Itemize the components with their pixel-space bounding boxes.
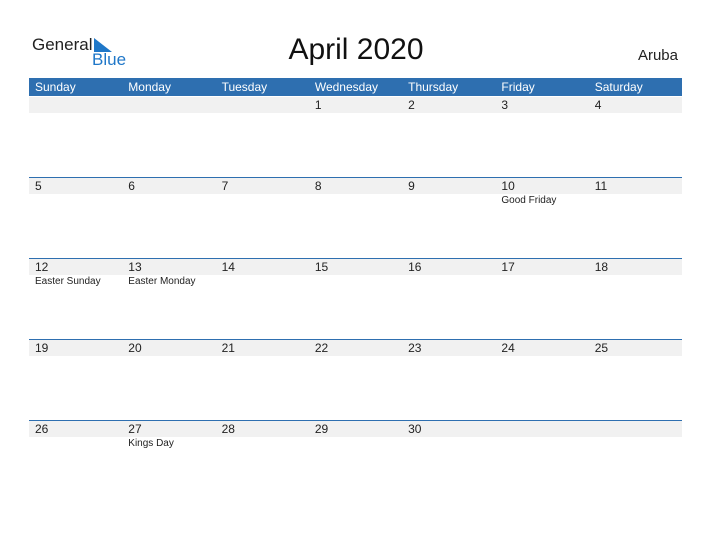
weekday-wednesday: Wednesday bbox=[314, 80, 378, 94]
event-row: Good Friday bbox=[29, 194, 682, 207]
date-strip: 26 27 28 29 30 bbox=[29, 421, 682, 437]
day-number: 5 bbox=[35, 179, 42, 193]
day-number: 30 bbox=[408, 422, 422, 436]
day-number bbox=[216, 97, 309, 113]
holiday-label bbox=[29, 437, 122, 450]
day-number: 28 bbox=[221, 422, 235, 436]
day-number: 13 bbox=[128, 260, 142, 274]
day-number bbox=[29, 97, 122, 113]
day-number: 6 bbox=[128, 179, 135, 193]
holiday-label bbox=[216, 194, 309, 207]
day-number: 2 bbox=[408, 98, 415, 112]
weekday-friday: Friday bbox=[501, 80, 535, 94]
holiday-label bbox=[495, 437, 588, 450]
holiday-label bbox=[122, 194, 215, 207]
holiday-label bbox=[402, 194, 495, 207]
page-title: April 2020 bbox=[288, 33, 424, 66]
holiday-label: Easter Sunday bbox=[35, 276, 101, 287]
holiday-label bbox=[29, 194, 122, 207]
weekday-sunday: Sunday bbox=[35, 80, 76, 94]
week-row: 26 27 28 29 30 Kings Day bbox=[29, 420, 682, 501]
day-number: 25 bbox=[594, 341, 609, 355]
day-number: 29 bbox=[314, 422, 329, 436]
weekday-header: Sunday Monday Tuesday Wednesday Thursday… bbox=[29, 78, 682, 96]
week-row: 5 6 7 8 9 10 11 Good Friday bbox=[29, 177, 682, 258]
week-row: 19 20 21 22 23 24 25 bbox=[29, 339, 682, 420]
day-number: 14 bbox=[221, 260, 235, 274]
holiday-label bbox=[216, 275, 309, 288]
holiday-label bbox=[495, 275, 588, 288]
holiday-label bbox=[589, 194, 682, 207]
holiday-label bbox=[216, 437, 309, 450]
day-number: 9 bbox=[408, 179, 415, 193]
day-number: 26 bbox=[35, 422, 49, 436]
holiday-label: Good Friday bbox=[501, 195, 557, 206]
weekday-monday: Monday bbox=[128, 80, 171, 94]
holiday-label bbox=[309, 437, 402, 450]
date-strip: 5 6 7 8 9 10 11 bbox=[29, 178, 682, 194]
day-number bbox=[495, 421, 588, 437]
weekday-thursday: Thursday bbox=[408, 80, 459, 94]
week-row: 1 2 3 4 bbox=[29, 97, 682, 177]
date-strip: 12 13 14 15 16 17 18 bbox=[29, 259, 682, 275]
day-number: 12 bbox=[35, 260, 49, 274]
day-number: 23 bbox=[408, 341, 422, 355]
day-number: 10 bbox=[501, 179, 515, 193]
weekday-tuesday: Tuesday bbox=[221, 80, 268, 94]
day-number: 11 bbox=[594, 179, 608, 193]
event-row: Easter Sunday Easter Monday bbox=[29, 275, 682, 288]
day-number: 20 bbox=[128, 341, 142, 355]
day-number: 15 bbox=[314, 260, 329, 274]
weekday-saturday: Saturday bbox=[594, 80, 643, 94]
holiday-label bbox=[402, 437, 495, 450]
holiday-label bbox=[309, 194, 402, 207]
day-number: 24 bbox=[501, 341, 515, 355]
holiday-label bbox=[589, 437, 682, 450]
country-label: Aruba bbox=[637, 47, 678, 64]
day-number: 7 bbox=[221, 179, 229, 193]
holiday-label: Kings Day bbox=[128, 438, 174, 449]
day-number: 21 bbox=[221, 341, 235, 355]
day-number bbox=[589, 421, 682, 437]
day-number: 1 bbox=[314, 98, 322, 112]
day-number: 19 bbox=[35, 341, 49, 355]
holiday-label bbox=[402, 275, 495, 288]
day-number bbox=[122, 97, 215, 113]
day-number: 8 bbox=[314, 179, 322, 193]
day-number: 4 bbox=[594, 98, 602, 112]
day-number: 16 bbox=[408, 260, 422, 274]
date-strip: 1 2 3 4 bbox=[29, 97, 682, 113]
holiday-label bbox=[589, 275, 682, 288]
day-number: 27 bbox=[128, 422, 142, 436]
date-strip: 19 20 21 22 23 24 25 bbox=[29, 340, 682, 356]
day-number: 18 bbox=[594, 260, 609, 274]
day-number: 17 bbox=[501, 260, 515, 274]
day-number: 3 bbox=[501, 98, 509, 112]
day-number: 22 bbox=[314, 341, 329, 355]
week-row: 12 13 14 15 16 17 18 Easter Sunday Easter Monday bbox=[29, 258, 682, 339]
event-row: Kings Day bbox=[29, 437, 682, 450]
holiday-label bbox=[309, 275, 402, 288]
holiday-label: Easter Monday bbox=[128, 276, 196, 287]
